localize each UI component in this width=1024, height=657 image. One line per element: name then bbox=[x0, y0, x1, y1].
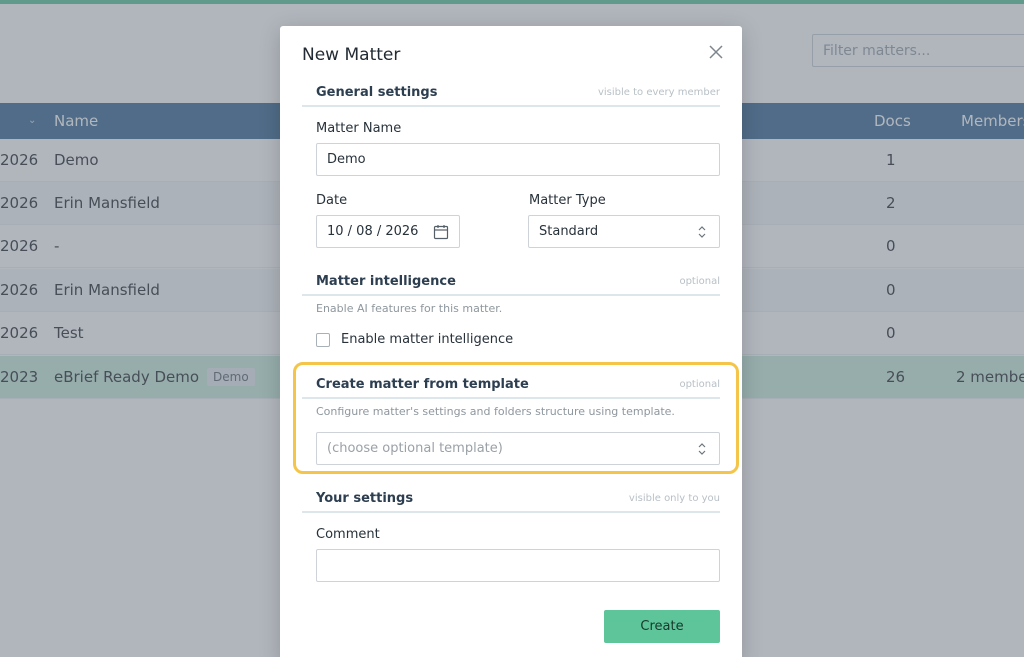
matter-name-label: Matter Name bbox=[316, 121, 402, 136]
chevron-up-down-icon bbox=[698, 443, 706, 455]
template-placeholder: (choose optional template) bbox=[327, 441, 503, 456]
create-button[interactable]: Create bbox=[604, 610, 720, 643]
section-heading: Matter intelligence bbox=[316, 274, 456, 289]
section-matter-intelligence: Matter intelligence optional bbox=[302, 274, 720, 296]
new-matter-dialog: New Matter General settings visible to e… bbox=[280, 26, 742, 657]
enable-intelligence-checkbox[interactable] bbox=[316, 333, 330, 347]
section-heading: Your settings bbox=[316, 491, 414, 506]
date-input[interactable]: 10 / 08 / 2026 bbox=[316, 215, 460, 248]
matter-name-input[interactable]: Demo bbox=[316, 143, 720, 176]
section-note: visible only to you bbox=[628, 493, 720, 504]
enable-intelligence-label[interactable]: Enable matter intelligence bbox=[341, 332, 513, 347]
comment-label: Comment bbox=[316, 527, 380, 542]
chevron-up-down-icon bbox=[698, 226, 706, 238]
matter-type-label: Matter Type bbox=[529, 193, 606, 208]
section-heading: Create matter from template bbox=[316, 377, 529, 392]
section-note: optional bbox=[679, 379, 720, 390]
section-create-from-template: Create matter from template optional bbox=[302, 377, 720, 399]
matter-type-select[interactable]: Standard bbox=[528, 215, 720, 248]
calendar-icon[interactable] bbox=[433, 224, 449, 240]
section-your-settings: Your settings visible only to you bbox=[302, 491, 720, 513]
matter-type-value: Standard bbox=[539, 224, 599, 239]
template-select[interactable]: (choose optional template) bbox=[316, 432, 720, 465]
date-label: Date bbox=[316, 193, 348, 208]
section-general-settings: General settings visible to every member bbox=[302, 85, 720, 107]
section-note: optional bbox=[679, 276, 720, 287]
matter-name-value: Demo bbox=[327, 152, 366, 167]
template-hint: Configure matter's settings and folders … bbox=[316, 405, 675, 418]
dialog-title: New Matter bbox=[302, 45, 401, 65]
comment-input[interactable] bbox=[316, 549, 720, 582]
intelligence-hint: Enable AI features for this matter. bbox=[316, 302, 503, 315]
close-icon[interactable] bbox=[706, 42, 726, 62]
date-value: 10 / 08 / 2026 bbox=[327, 224, 419, 239]
section-note: visible to every member bbox=[597, 87, 720, 98]
section-heading: General settings bbox=[316, 85, 438, 100]
